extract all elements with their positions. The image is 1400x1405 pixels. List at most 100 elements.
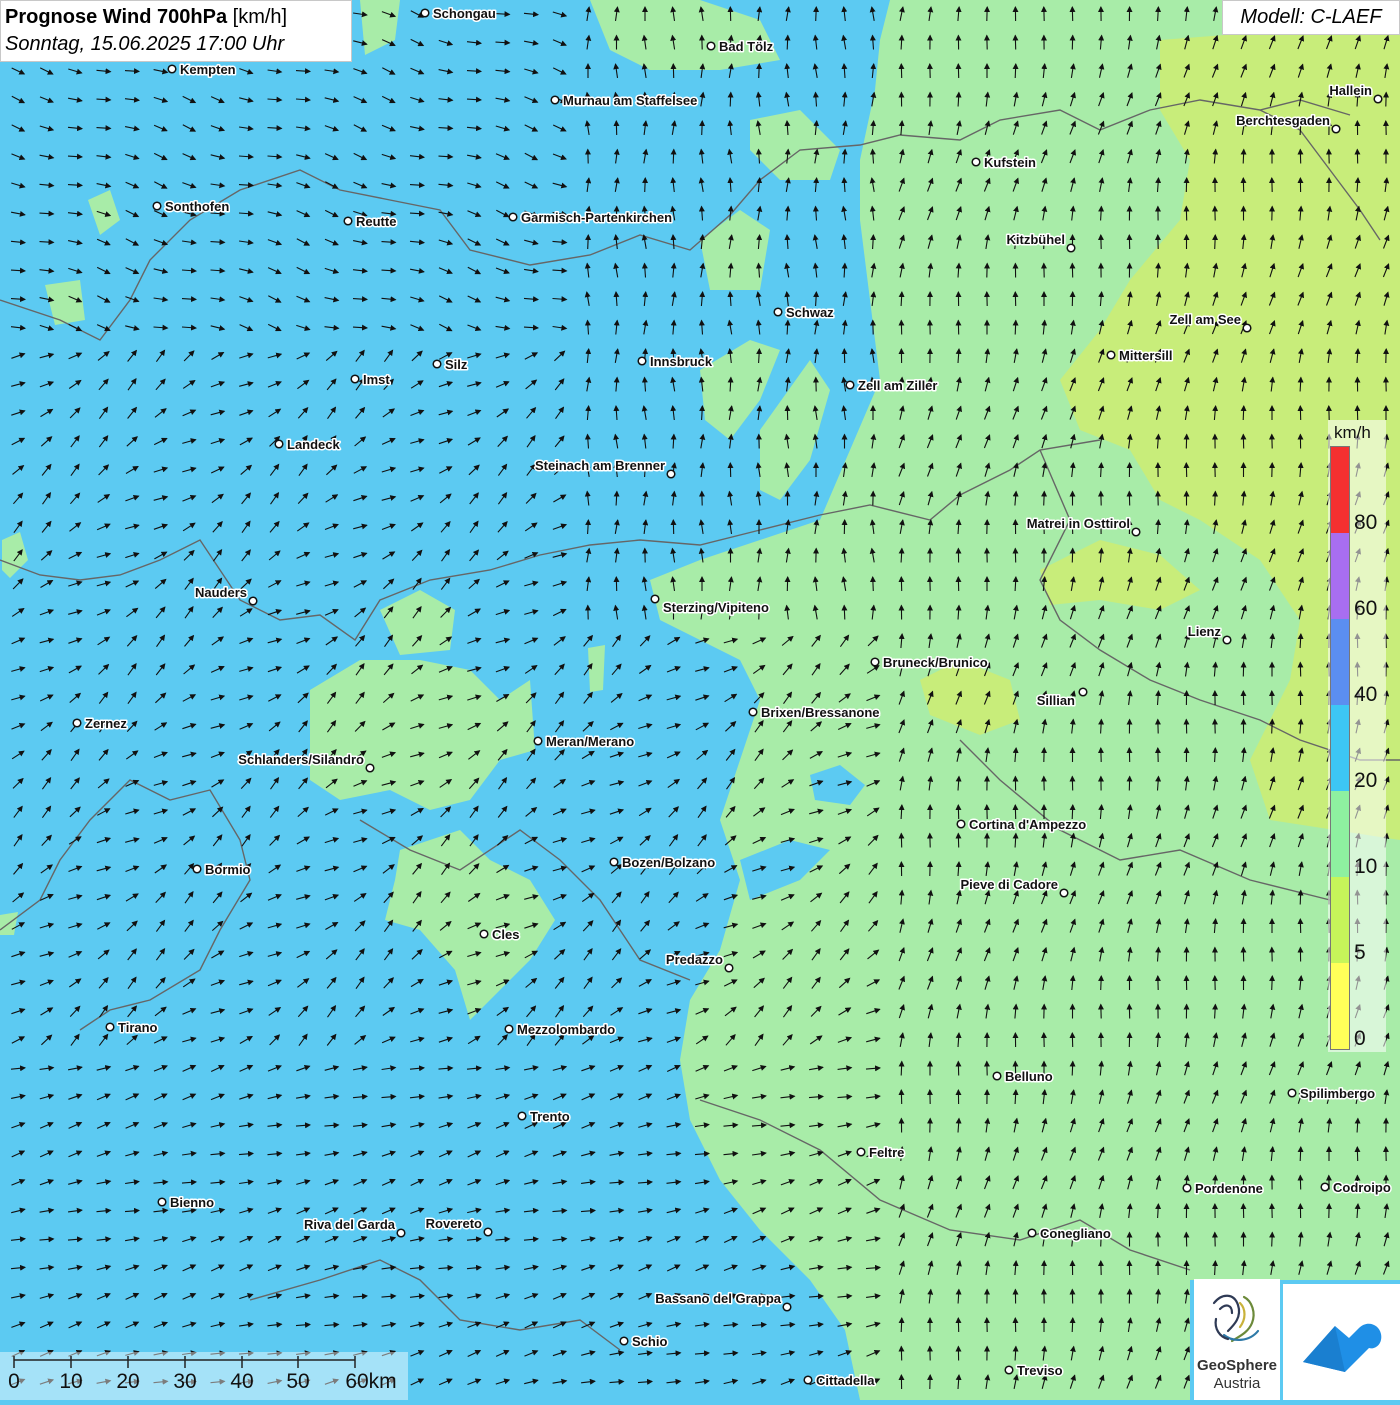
wind-arrow bbox=[1272, 1233, 1273, 1247]
city-label: Hallein bbox=[1329, 83, 1372, 98]
cloud-logo bbox=[1283, 1284, 1400, 1400]
legend-color-segment bbox=[1331, 533, 1349, 619]
wind-arrow bbox=[873, 577, 874, 591]
city-label: Nauders bbox=[195, 585, 247, 600]
city-label: Zell am See bbox=[1169, 312, 1241, 327]
city-marker bbox=[1243, 324, 1251, 332]
city-marker bbox=[1288, 1089, 1296, 1097]
legend-tick-label: 40 bbox=[1354, 684, 1377, 706]
geosphere-logo: GeoSphere Austria bbox=[1194, 1279, 1280, 1400]
city-marker bbox=[421, 9, 429, 17]
city-marker bbox=[620, 1337, 628, 1345]
city-marker bbox=[651, 595, 659, 603]
city-label: Lienz bbox=[1188, 624, 1222, 639]
city-label: Zell am Ziller bbox=[858, 378, 937, 393]
city-marker bbox=[1223, 636, 1231, 644]
city-label: Mezzolombardo bbox=[517, 1022, 615, 1037]
city-marker bbox=[534, 737, 542, 745]
city-label: Conegliano bbox=[1040, 1226, 1111, 1241]
city-marker bbox=[480, 930, 488, 938]
city-label: Silz bbox=[445, 357, 468, 372]
wind-arrow bbox=[1300, 1147, 1301, 1161]
wind-arrow bbox=[787, 36, 788, 50]
title-box: Prognose Wind 700hPa [km/h] Sonntag, 15.… bbox=[0, 0, 352, 62]
city-marker bbox=[857, 1148, 865, 1156]
city-label: Steinach am Brenner bbox=[535, 458, 665, 473]
legend-color-segment bbox=[1331, 963, 1349, 1049]
city-label: Innsbruck bbox=[650, 354, 713, 369]
city-label: Imst bbox=[363, 372, 390, 387]
legend-tick-label: 10 bbox=[1354, 856, 1377, 878]
city-marker bbox=[1060, 889, 1068, 897]
legend-color-segment bbox=[1331, 619, 1349, 705]
city-marker bbox=[433, 360, 441, 368]
legend-colorbar bbox=[1330, 446, 1350, 1050]
wind-arrow bbox=[1015, 321, 1016, 335]
city-label: Rovereto bbox=[426, 1216, 482, 1231]
city-marker bbox=[366, 764, 374, 772]
city-label: Schongau bbox=[433, 6, 496, 21]
city-label: Bormio bbox=[205, 862, 251, 877]
legend-tick-label: 20 bbox=[1354, 770, 1377, 792]
city-marker bbox=[725, 964, 733, 972]
wind-arrow bbox=[1044, 492, 1045, 506]
city-label: Matrei in Osttirol bbox=[1027, 516, 1130, 531]
city-label: Bruneck/Brunico bbox=[883, 655, 988, 670]
city-label: Kempten bbox=[180, 62, 236, 77]
map-title-unit: [km/h] bbox=[233, 6, 287, 28]
city-marker bbox=[551, 96, 559, 104]
city-marker bbox=[73, 719, 81, 727]
city-label: Cortina d'Ampezzo bbox=[969, 817, 1086, 832]
city-label: Kufstein bbox=[984, 155, 1036, 170]
city-marker bbox=[667, 470, 675, 478]
city-marker bbox=[153, 202, 161, 210]
city-label: Brixen/Bressanone bbox=[761, 705, 880, 720]
city-label: Schwaz bbox=[786, 305, 834, 320]
legend-color-segment bbox=[1331, 705, 1349, 791]
scale-tick-label: 10 bbox=[59, 1370, 82, 1394]
city-marker bbox=[707, 42, 715, 50]
city-marker bbox=[804, 1376, 812, 1384]
city-marker bbox=[344, 217, 352, 225]
geosphere-logo-subtext: Austria bbox=[1194, 1375, 1280, 1392]
wind-arrow bbox=[1072, 1318, 1073, 1332]
city-label: Trento bbox=[530, 1109, 570, 1124]
city-label: Garmisch-Partenkirchen bbox=[521, 210, 672, 225]
city-marker bbox=[1005, 1366, 1013, 1374]
scale-tick-label: 60km bbox=[345, 1370, 396, 1394]
city-marker bbox=[871, 658, 879, 666]
scale-tick-label: 40 bbox=[230, 1370, 253, 1394]
legend-color-segment bbox=[1331, 447, 1349, 533]
legend-color-segment bbox=[1331, 877, 1349, 963]
wind-arrow bbox=[1215, 235, 1216, 249]
wind-arrow bbox=[1072, 1062, 1073, 1076]
wind-arrow bbox=[1300, 891, 1301, 905]
wind-arrow bbox=[1272, 976, 1273, 990]
scale-tick-label: 20 bbox=[116, 1370, 139, 1394]
geosphere-logo-text: GeoSphere bbox=[1194, 1357, 1280, 1374]
city-label: Cittadella bbox=[816, 1373, 875, 1388]
scale-tick-label: 50 bbox=[286, 1370, 309, 1394]
city-marker bbox=[509, 213, 517, 221]
city-label: Mittersill bbox=[1119, 348, 1172, 363]
wind-arrow bbox=[1015, 64, 1016, 78]
city-marker bbox=[749, 708, 757, 716]
title-line: Prognose Wind 700hPa [km/h] bbox=[5, 4, 345, 30]
legend-tick-label: 5 bbox=[1354, 942, 1366, 964]
city-label: Sterzing/Vipiteno bbox=[663, 600, 769, 615]
city-label: Treviso bbox=[1017, 1363, 1063, 1378]
city-label: Sillian bbox=[1037, 693, 1075, 708]
scale-tick-label: 30 bbox=[173, 1370, 196, 1394]
scale-bar: 0102030405060km bbox=[0, 1352, 408, 1400]
wind-arrow bbox=[702, 121, 703, 135]
city-label: Berchtesgaden bbox=[1236, 113, 1330, 128]
city-marker bbox=[505, 1025, 513, 1033]
city-marker bbox=[846, 381, 854, 389]
city-label: Bozen/Bolzano bbox=[622, 855, 715, 870]
city-label: Bienno bbox=[170, 1195, 214, 1210]
legend-tick-label: 80 bbox=[1354, 512, 1377, 534]
wind-arrow bbox=[1272, 720, 1273, 734]
city-label: Landeck bbox=[287, 437, 341, 452]
wind-arrow bbox=[1243, 406, 1244, 420]
city-marker bbox=[1067, 244, 1075, 252]
